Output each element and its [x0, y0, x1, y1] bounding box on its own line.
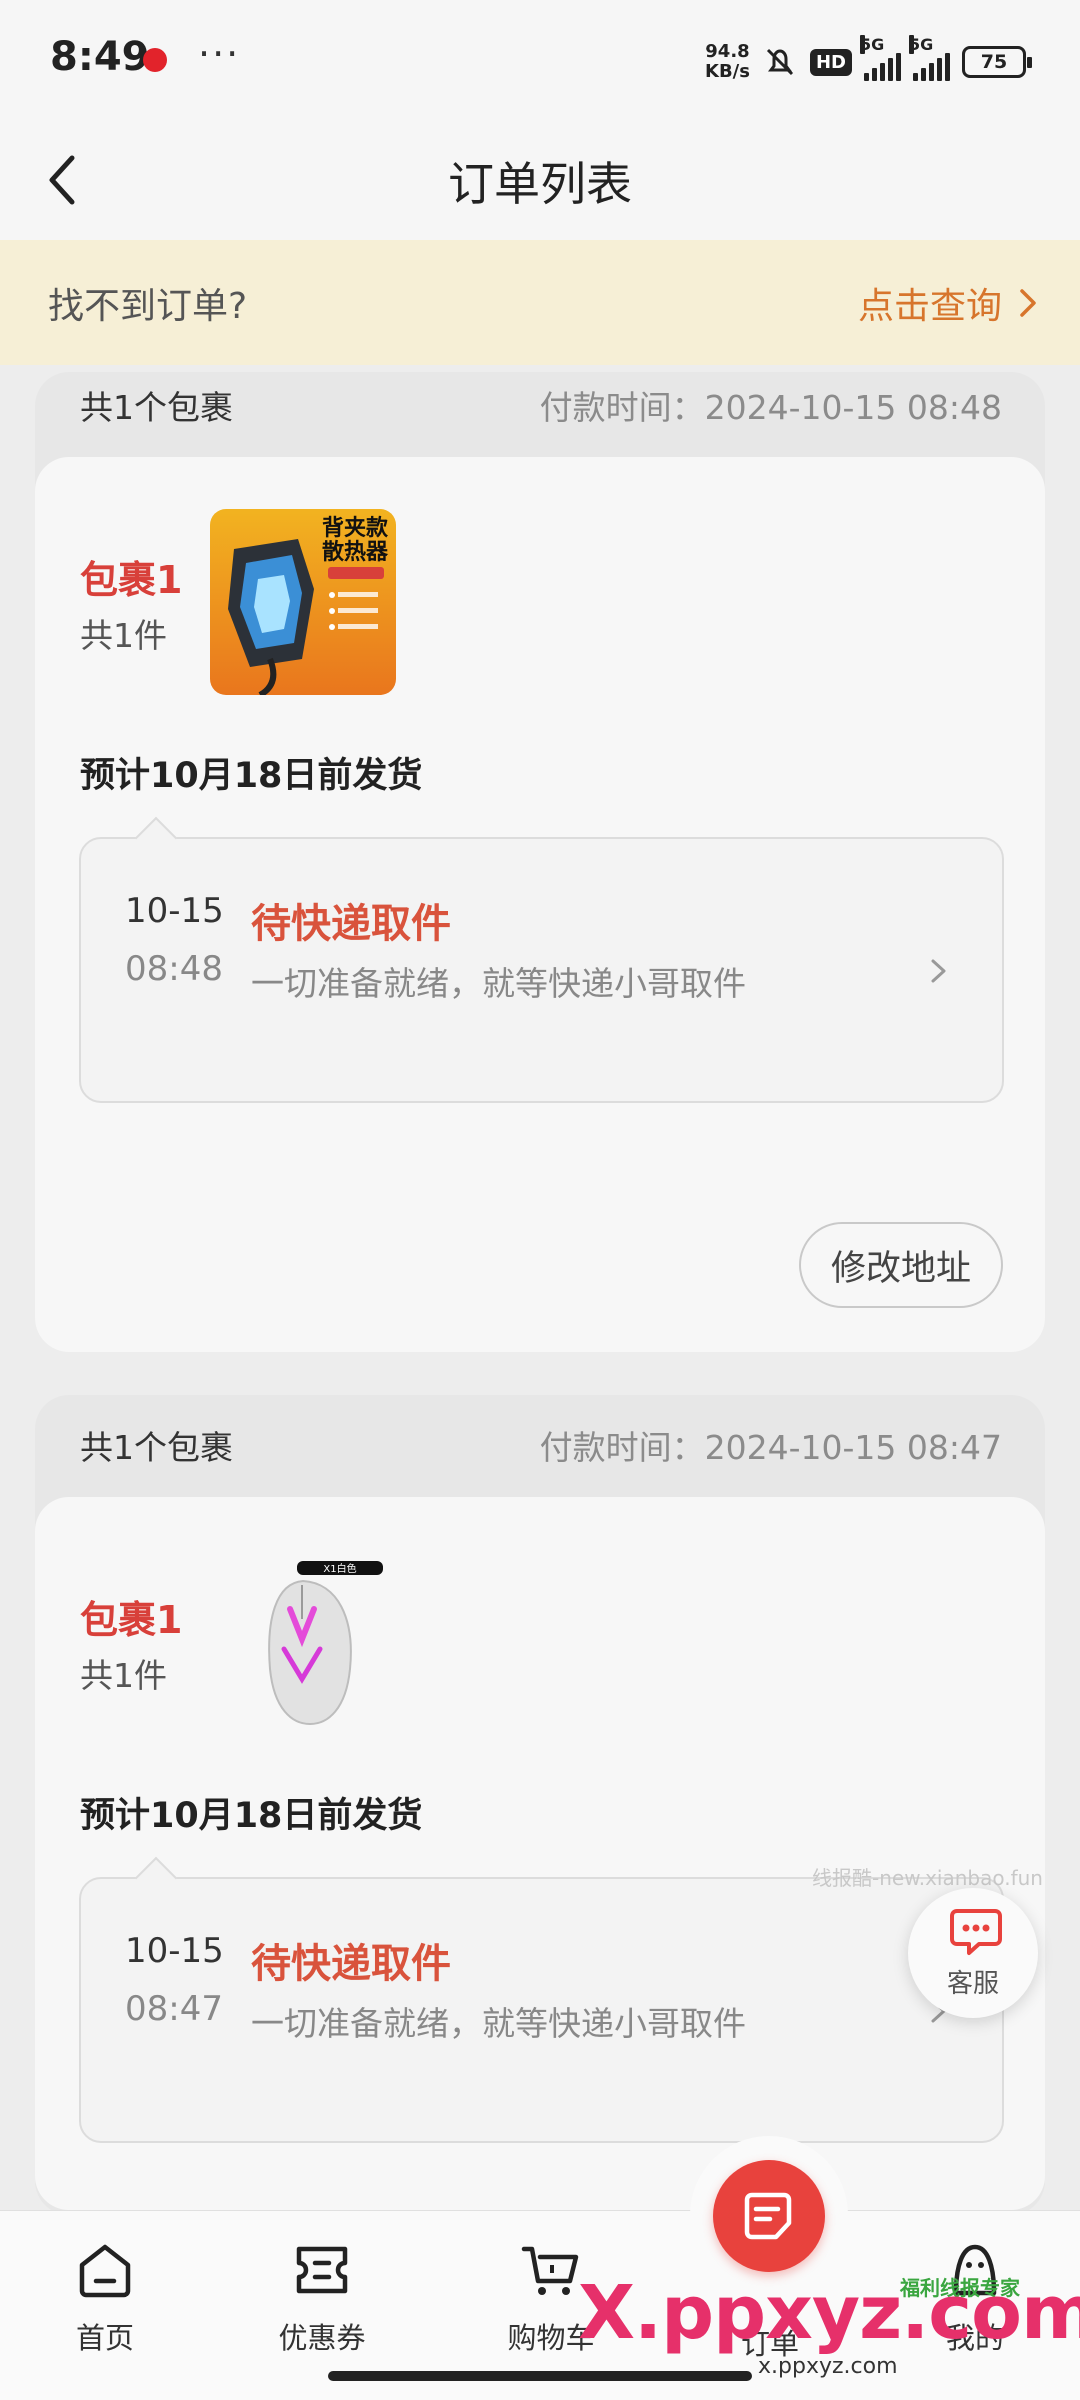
order-lookup-banner: 找不到订单? 点击查询: [0, 240, 1080, 365]
ship-estimate: 预计10月18日前发货: [80, 756, 423, 796]
cooler-product-image: 背夹款 散热器: [210, 509, 396, 695]
pay-time: 付款时间：2024-10-15 08:48: [539, 388, 1002, 427]
tracking-box[interactable]: 10-15 08:47 待快递取件 一切准备就绪，就等快递小哥取件: [79, 1856, 1004, 2143]
customer-service-button[interactable]: 客服: [908, 1888, 1038, 2018]
battery-icon: 75: [962, 46, 1032, 78]
item-count: 共1件: [80, 616, 167, 655]
shopping-cart-icon: [521, 2246, 579, 2295]
home-indicator[interactable]: [328, 2371, 752, 2381]
product-text-line1: 背夹款: [322, 515, 389, 541]
chevron-right-icon: [931, 959, 946, 983]
watermark-sub: x.ppxyz.com: [758, 2354, 898, 2379]
package-label: 包裹1: [80, 558, 183, 602]
track-status: 待快递取件: [251, 1941, 451, 1987]
home-icon: [79, 2244, 131, 2298]
mute-bell-icon: [766, 48, 794, 76]
product-thumbnail[interactable]: X1白色: [210, 1549, 396, 1735]
signal-icon-sim2: 5G: [909, 35, 950, 81]
package-count: 共1个包裹: [80, 1428, 233, 1467]
signal-icon-sim1: 5G: [860, 35, 901, 81]
order-document-icon: [744, 2192, 792, 2240]
lookup-order-link[interactable]: 点击查询: [858, 277, 1040, 329]
orders-center-button[interactable]: [713, 2160, 825, 2272]
pay-time: 付款时间：2024-10-15 08:47: [539, 1428, 1002, 1467]
item-count: 共1件: [80, 1656, 167, 1695]
package-card[interactable]: 包裹1 共1件 背夹款 散热器 预计10月18日前发货 10-15 08:48 …: [35, 457, 1045, 1352]
product-text-line2: 散热器: [322, 539, 389, 565]
status-time: 8:49: [50, 34, 150, 80]
modify-address-button[interactable]: 修改地址: [799, 1222, 1003, 1308]
network-speed: 94.8 KB/s: [705, 41, 750, 82]
chat-bubble-icon: [950, 1908, 1002, 1955]
track-date: 10-15: [125, 1931, 224, 1971]
product-thumbnail[interactable]: 背夹款 散热器: [210, 509, 396, 695]
more-notifications-icon: ···: [198, 32, 241, 76]
track-description: 一切准备就绪，就等快递小哥取件: [251, 964, 746, 1003]
product-tag: X1白色: [323, 1562, 356, 1575]
track-time: 08:48: [125, 949, 223, 989]
track-description: 一切准备就绪，就等快递小哥取件: [251, 2004, 746, 2043]
service-label: 客服: [946, 1968, 999, 1999]
hd-voice-badge: HD: [809, 48, 852, 76]
watermark-text: 线报酷-new.xianbao.fun: [812, 1866, 1043, 1890]
tab-home[interactable]: 首页: [30, 2237, 180, 2357]
page-title: 订单列表: [448, 157, 632, 211]
order-group-header: 共1个包裹 付款时间：2024-10-15 08:47: [80, 1415, 1002, 1475]
tracking-box[interactable]: 10-15 08:48 待快递取件 一切准备就绪，就等快递小哥取件: [79, 816, 1004, 1103]
order-list-page: 8:49 ··· 94.8 KB/s HD 5G 5G 75 订单列表 找不到订…: [0, 0, 1080, 2400]
package-card[interactable]: 包裹1 共1件 X1白色 预计10月18日前发货 10-15 08:47 待快递…: [35, 1497, 1045, 2210]
notice-text: 找不到订单?: [48, 285, 248, 327]
package-label: 包裹1: [80, 1598, 183, 1642]
ship-estimate: 预计10月18日前发货: [80, 1796, 423, 1836]
watermark-large: X.ppxyz.com: [578, 2270, 1080, 2356]
track-date: 10-15: [125, 891, 224, 931]
location-app-icon: [143, 48, 167, 72]
status-bar: 8:49 ··· 94.8 KB/s HD 5G 5G 75: [0, 0, 1080, 120]
status-indicators: 94.8 KB/s HD 5G 5G 75: [705, 35, 1032, 84]
nav-header: 订单列表: [0, 120, 1080, 240]
mouse-product-image: X1白色: [210, 1549, 396, 1735]
order-group-header: 共1个包裹 付款时间：2024-10-15 08:48: [80, 375, 1002, 435]
coupon-icon: [296, 2246, 348, 2294]
track-time: 08:47: [125, 1989, 223, 2029]
package-count: 共1个包裹: [80, 388, 233, 427]
tab-coupon[interactable]: 优惠券: [247, 2237, 397, 2357]
track-status: 待快递取件: [251, 901, 451, 947]
chevron-right-icon: [1020, 288, 1036, 317]
